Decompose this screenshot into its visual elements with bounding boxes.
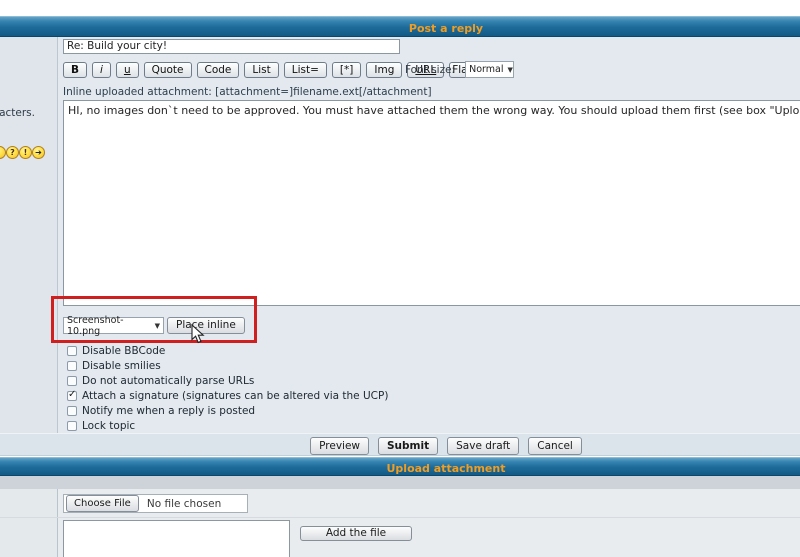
highlight-annotation (51, 296, 257, 343)
post-actions-row: Preview Submit Save draft Cancel (0, 433, 800, 456)
bbcode-list-item-button[interactable]: [*] (332, 62, 361, 78)
chevron-down-icon: ▼ (507, 66, 512, 74)
option-label: Lock topic (82, 420, 135, 432)
option-attach-signature[interactable]: ✓ Attach a signature (signatures can be a… (67, 388, 388, 403)
post-reply-title: Post a reply (409, 22, 483, 35)
upload-row-divider (0, 517, 800, 518)
save-draft-button[interactable]: Save draft (447, 437, 519, 455)
choose-file-button[interactable]: Choose File (66, 495, 139, 512)
font-size-value: Normal (469, 64, 503, 75)
option-notify-reply[interactable]: Notify me when a reply is posted (67, 403, 388, 418)
font-size-select[interactable]: Normal ▼ (465, 61, 514, 78)
upload-attachment-title: Upload attachment (387, 462, 506, 475)
option-label: Disable smilies (82, 360, 161, 372)
font-size-group: Font size: Normal ▼ (397, 61, 557, 78)
bbcode-list-button[interactable]: List (244, 62, 278, 78)
bbcode-list-ordered-button[interactable]: List= (284, 62, 327, 78)
forum-posting-page: Post a reply characters. ?!➔ Re: Build y… (0, 0, 800, 557)
checkbox-disable-bbcode[interactable] (67, 346, 77, 356)
bbcode-code-button[interactable]: Code (197, 62, 240, 78)
subject-input[interactable]: Re: Build your city! (63, 39, 400, 54)
option-label: Notify me when a reply is posted (82, 405, 255, 417)
characters-label: characters. (0, 107, 35, 119)
message-textarea[interactable]: HI, no images don`t need to be approved.… (63, 100, 800, 306)
no-file-chosen-text: No file chosen (147, 498, 221, 510)
cancel-button[interactable]: Cancel (528, 437, 582, 455)
font-size-label: Font size: (405, 64, 455, 76)
smiley-idea-icon[interactable]: ! (19, 146, 32, 159)
bbcode-quote-button[interactable]: Quote (144, 62, 192, 78)
option-disable-smilies[interactable]: Disable smilies (67, 358, 388, 373)
post-options: Disable BBCode Disable smilies Do not auto… (67, 343, 388, 433)
bbcode-italic-button[interactable]: i (92, 62, 111, 78)
post-reply-header: Post a reply (0, 16, 800, 37)
upload-header-strip (0, 476, 800, 489)
option-label: Disable BBCode (82, 345, 165, 357)
smiley-arrow-icon[interactable]: ➔ (32, 146, 45, 159)
option-no-parse-urls[interactable]: Do not automatically parse URLs (67, 373, 388, 388)
mouse-cursor-icon (191, 324, 205, 344)
upload-attachment-header: Upload attachment (0, 457, 800, 476)
bbcode-bold-button[interactable]: B (63, 62, 87, 78)
file-upload-field[interactable]: Choose File No file chosen (63, 494, 248, 513)
checkbox-attach-signature[interactable]: ✓ (67, 391, 77, 401)
smiley-question-icon[interactable]: ? (6, 146, 19, 159)
option-label: Attach a signature (signatures can be al… (82, 390, 388, 402)
option-label: Do not automatically parse URLs (82, 375, 254, 387)
checkmark-icon: ✓ (68, 389, 76, 400)
option-lock-topic[interactable]: Lock topic (67, 418, 388, 433)
checkbox-notify-reply[interactable] (67, 406, 77, 416)
checkbox-no-parse-urls[interactable] (67, 376, 77, 386)
post-left-column: characters. ?!➔ (0, 37, 58, 433)
smiley-row: ?!➔ (0, 146, 45, 159)
preview-button[interactable]: Preview (310, 437, 369, 455)
add-file-button[interactable]: Add the file (300, 526, 412, 541)
file-comment-textarea[interactable] (63, 520, 290, 557)
bbcode-underline-button[interactable]: u (116, 62, 139, 78)
checkbox-disable-smilies[interactable] (67, 361, 77, 371)
upload-left-column (0, 489, 58, 557)
inline-attachment-hint: Inline uploaded attachment: [attachment=… (63, 86, 432, 98)
checkbox-lock-topic[interactable] (67, 421, 77, 431)
submit-button[interactable]: Submit (378, 437, 438, 455)
option-disable-bbcode[interactable]: Disable BBCode (67, 343, 388, 358)
